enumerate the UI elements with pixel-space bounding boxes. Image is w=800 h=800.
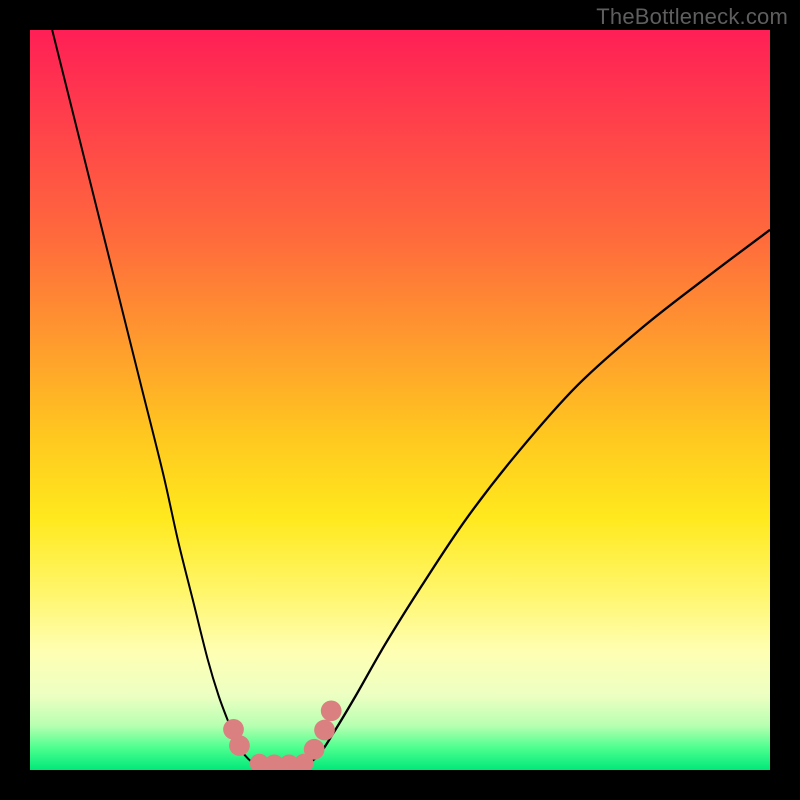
data-marker — [321, 700, 342, 721]
data-marker — [304, 739, 325, 760]
curve-right-branch — [304, 230, 770, 767]
curve-left-branch — [52, 30, 259, 766]
plot-area — [30, 30, 770, 770]
data-marker — [314, 720, 335, 741]
chart-frame: TheBottleneck.com — [0, 0, 800, 800]
curve-layer — [30, 30, 770, 770]
watermark-text: TheBottleneck.com — [596, 4, 788, 30]
marker-group — [223, 700, 341, 770]
data-marker — [229, 735, 250, 756]
